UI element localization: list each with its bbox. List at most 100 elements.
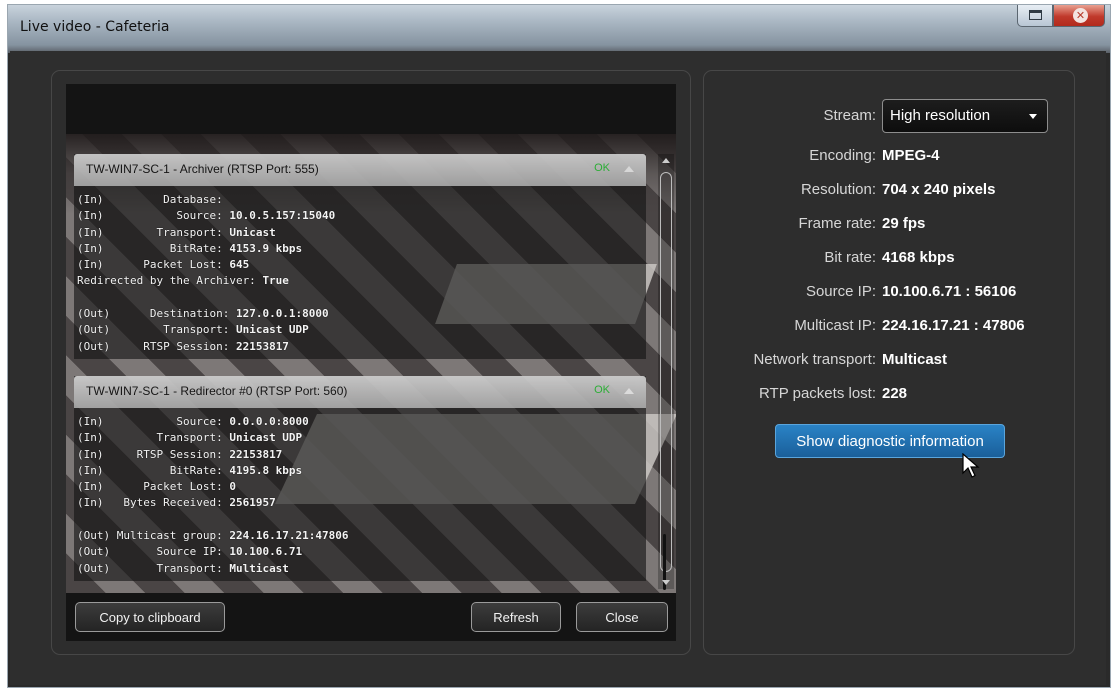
diagnostics-scrollbar[interactable] (658, 154, 674, 590)
property-row: RTP packets lost: 228 (704, 385, 1076, 407)
diagnostic-line: Redirected by the Archiver: True (77, 273, 643, 289)
diagnostic-line: (Out) Source IP: 10.100.6.71 (77, 544, 643, 560)
property-label: Network transport: (753, 351, 876, 368)
diagnostic-line-value: Unicast (229, 225, 276, 239)
diagnostic-line: (In) Packet Lost: 0 (77, 479, 643, 495)
collapse-arrow-icon[interactable] (624, 166, 634, 172)
diagnostic-section-header[interactable]: TW-WIN7-SC-1 - Redirector #0 (RTSP Port:… (74, 376, 646, 408)
stream-select-value: High resolution (890, 107, 991, 124)
diagnostic-line-value: 4195.8 kbps (229, 463, 303, 477)
diagnostic-line-value: 224.16.17.21:47806 (229, 529, 349, 543)
diagnostic-section-body: (In) Database: (In) Source: 10.0.5.157:15… (74, 186, 646, 359)
collapse-arrow-icon[interactable] (624, 388, 634, 394)
diagnostic-line-value: 10.0.5.157:15040 (229, 209, 336, 223)
diagnostic-line: (Out) Destination: 127.0.0.1:8000 (77, 306, 643, 322)
property-label: Resolution: (800, 181, 876, 198)
property-row: Source IP: 10.100.6.71 : 56106 (704, 283, 1076, 305)
copy-to-clipboard-button[interactable]: Copy to clipboard (75, 602, 225, 632)
diagnostic-line-label: (In) BitRate: (77, 463, 230, 477)
property-label: Frame rate: (798, 215, 876, 232)
diagnostic-line-value: 127.0.0.1:8000 (235, 307, 329, 321)
property-value: Multicast (882, 351, 948, 368)
diagnostic-line-value: 0 (229, 480, 236, 494)
close-button[interactable]: Close (576, 602, 668, 632)
diagnostic-section-archiver: TW-WIN7-SC-1 - Archiver (RTSP Port: 555)… (74, 154, 646, 359)
property-row: Multicast IP: 224.16.17.21 : 47806 (704, 317, 1076, 339)
diagnostic-section-header[interactable]: TW-WIN7-SC-1 - Archiver (RTSP Port: 555)… (74, 154, 646, 186)
diagnostic-line-value: Multicast (229, 561, 289, 575)
refresh-button[interactable]: Refresh (471, 602, 561, 632)
diagnostic-line-value: 645 (229, 258, 250, 272)
diagnostic-line-value: Unicast UDP (229, 431, 303, 445)
diagnostic-section-body: (In) Source: 0.0.0.0:8000 (In) Transport:… (74, 408, 646, 581)
diagnostic-line-label: (Out) RTSP Session: (77, 339, 236, 353)
diagnostic-line-label: (In) Transport: (77, 431, 230, 445)
diagnostic-line: (In) BitRate: 4153.9 kbps (77, 241, 643, 257)
diagnostic-line-label: (In) Transport: (77, 225, 230, 239)
diagnostic-section-redirector: TW-WIN7-SC-1 - Redirector #0 (RTSP Port:… (74, 376, 646, 581)
stream-properties-panel: Stream: High resolution Encoding: MPEG-4 … (703, 70, 1075, 655)
stream-select[interactable]: High resolution (882, 99, 1048, 133)
live-video-window: Live video - Cafeteria ✕ TW-WIN7-SC-1 - … (7, 4, 1111, 688)
diagnostic-line-value: 10.100.6.71 (229, 545, 303, 559)
property-label: Encoding: (809, 147, 876, 164)
property-row: Bit rate: 4168 kbps (704, 249, 1076, 271)
status-badge: OK (594, 162, 610, 174)
diagnostic-line: (In) Transport: Unicast UDP (77, 430, 643, 446)
diagnostic-line-value: 4153.9 kbps (229, 241, 303, 255)
diagnostic-line-value: True (262, 274, 289, 288)
window-content: TW-WIN7-SC-1 - Archiver (RTSP Port: 555)… (10, 51, 1106, 685)
status-badge: OK (594, 384, 610, 396)
diagnostic-line-label (77, 291, 84, 304)
diagnostic-line (77, 290, 643, 306)
scrollbar-track[interactable] (660, 172, 672, 572)
close-window-button[interactable]: ✕ (1053, 5, 1105, 27)
diagnostic-line-value: 22153817 (235, 339, 289, 353)
video-feed: TW-WIN7-SC-1 - Archiver (RTSP Port: 555)… (66, 134, 676, 593)
diagnostic-line-label: (In) Packet Lost: (77, 258, 230, 272)
diagnostic-line-label: (Out) Multicast group: (77, 529, 230, 543)
property-value: 704 x 240 pixels (882, 181, 996, 198)
property-row: Frame rate: 29 fps (704, 215, 1076, 237)
diagnostic-line: (In) RTSP Session: 22153817 (77, 447, 643, 463)
stream-label: Stream: (823, 107, 876, 124)
property-row: Network transport: Multicast (704, 351, 1076, 373)
diagnostic-line: (In) Packet Lost: 645 (77, 257, 643, 273)
diagnostic-line: (In) Source: 10.0.5.157:15040 (77, 208, 643, 224)
diagnostic-line (77, 512, 643, 528)
chevron-down-icon (1029, 114, 1037, 119)
property-label: RTP packets lost: (759, 385, 876, 402)
diagnostic-line-label: (In) Packet Lost: (77, 480, 230, 494)
diagnostic-line-label (77, 513, 84, 526)
window-title: Live video - Cafeteria (20, 19, 170, 35)
property-label: Multicast IP: (794, 317, 876, 334)
property-value: 224.16.17.21 : 47806 (882, 317, 1025, 334)
diagnostic-line: (In) Database: (77, 192, 643, 208)
video-header-strip (66, 84, 676, 134)
diagnostic-line-label: (Out) Destination: (77, 307, 236, 321)
title-bar: Live video - Cafeteria ✕ (8, 5, 1110, 49)
diagnostic-line: (Out) Transport: Unicast UDP (77, 322, 643, 338)
diagnostic-line-label: (Out) Transport: (77, 323, 236, 337)
diagnostic-line-label: (In) Database: (77, 193, 223, 206)
mouse-pointer-icon (962, 453, 980, 478)
diagnostic-line: (Out) Transport: Multicast (77, 561, 643, 577)
maximize-button[interactable] (1017, 5, 1053, 27)
property-value: 4168 kbps (882, 249, 955, 266)
maximize-icon (1029, 10, 1042, 20)
diagnostic-line-label: (In) Source: (77, 209, 230, 223)
diagnostic-line: (In) Source: 0.0.0.0:8000 (77, 414, 643, 430)
diagnostic-section-title: TW-WIN7-SC-1 - Archiver (RTSP Port: 555) (86, 162, 319, 176)
diagnostic-line: (In) Transport: Unicast (77, 225, 643, 241)
property-value: 10.100.6.71 : 56106 (882, 283, 1017, 300)
diagnostic-line-label: (In) BitRate: (77, 241, 230, 255)
diagnostic-line-label: (In) RTSP Session: (77, 447, 230, 461)
property-value: 29 fps (882, 215, 926, 232)
diagnostic-line-value: 0.0.0.0:8000 (229, 415, 309, 428)
diagnostic-section-title: TW-WIN7-SC-1 - Redirector #0 (RTSP Port:… (86, 384, 348, 398)
diagnostics-action-bar: Copy to clipboard Refresh Close (66, 593, 676, 641)
diagnostic-line: (In) BitRate: 4195.8 kbps (77, 463, 643, 479)
property-row: Encoding: MPEG-4 (704, 147, 1076, 169)
scroll-down-icon[interactable] (662, 580, 670, 585)
scroll-up-icon[interactable] (662, 158, 670, 163)
